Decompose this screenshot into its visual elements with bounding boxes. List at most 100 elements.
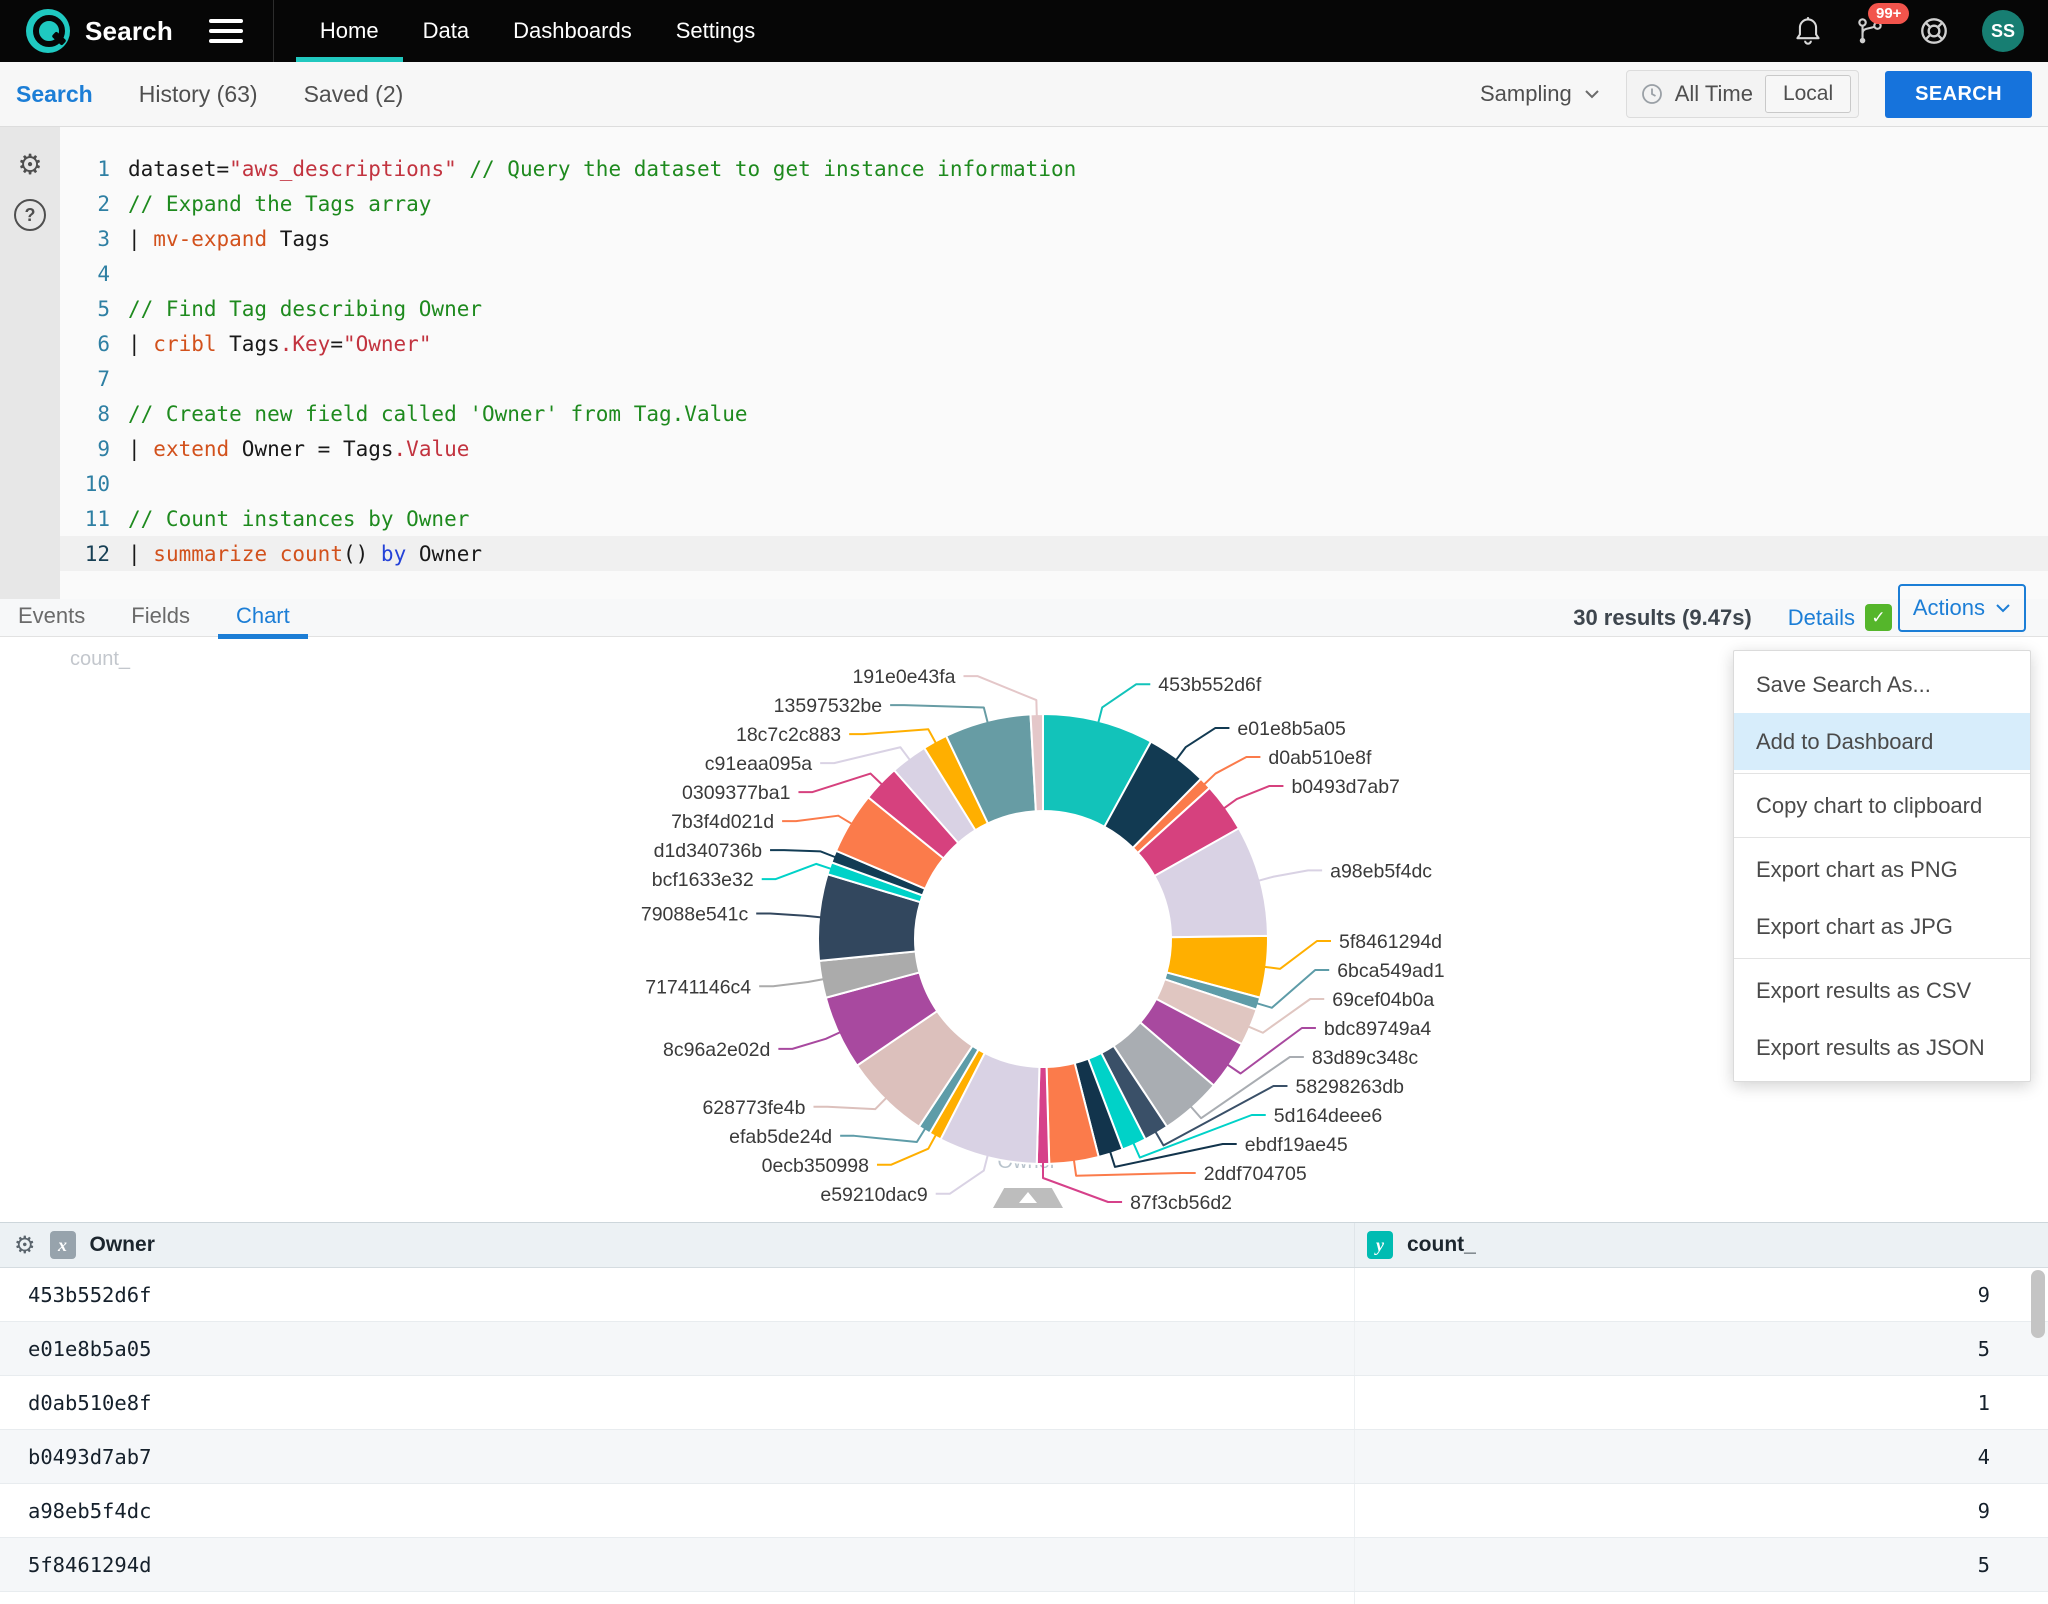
menu-item-export-chart-as-jpg[interactable]: Export chart as JPG xyxy=(1734,898,2030,955)
hamburger-menu-icon[interactable] xyxy=(209,19,243,43)
results-view-tabs: Events Fields Chart xyxy=(18,599,290,637)
query-line-text: // Find Tag describing Owner xyxy=(128,297,482,321)
menu-item-save-search-as-[interactable]: Save Search As... xyxy=(1734,656,2030,713)
query-line-6[interactable]: 6| cribl Tags.Key="Owner" xyxy=(60,326,2048,361)
primary-nav: Home Data Dashboards Settings xyxy=(318,0,757,62)
query-line-text: dataset="aws_descriptions" // Query the … xyxy=(128,157,1076,181)
query-line-8[interactable]: 8// Create new field called 'Owner' from… xyxy=(60,396,2048,431)
activity-branch-icon[interactable]: 99+ xyxy=(1854,15,1886,47)
menu-item-export-results-as-csv[interactable]: Export results as CSV xyxy=(1734,962,2030,1019)
query-line-10[interactable]: 10 xyxy=(60,466,2048,501)
details-check-icon: ✓ xyxy=(1865,604,1892,631)
query-line-4[interactable]: 4 xyxy=(60,256,2048,291)
chart-collapse-handle[interactable] xyxy=(993,1188,1063,1208)
query-line-11[interactable]: 11// Count instances by Owner xyxy=(60,501,2048,536)
menu-divider xyxy=(1734,837,2030,838)
segment-label-e01e8b5a05: e01e8b5a05 xyxy=(1237,718,1346,740)
nav-right-cluster: 99+ SS xyxy=(1794,10,2024,52)
details-link[interactable]: Details ✓ xyxy=(1788,604,1892,631)
nav-item-data[interactable]: Data xyxy=(421,0,471,62)
segment-label-efab5de24d: efab5de24d xyxy=(729,1126,832,1148)
table-row[interactable]: 6bca549ad11 xyxy=(0,1592,2048,1604)
details-label: Details xyxy=(1788,605,1855,631)
label-leader-line xyxy=(759,979,823,986)
help-lifering-icon[interactable] xyxy=(1918,15,1950,47)
user-avatar[interactable]: SS xyxy=(1982,10,2024,52)
segment-label-87f3cb56d2: 87f3cb56d2 xyxy=(1130,1192,1232,1214)
editor-settings-gear-icon[interactable]: ⚙ xyxy=(17,151,42,179)
nav-divider xyxy=(273,0,274,62)
label-leader-line xyxy=(1098,684,1150,723)
time-range-button[interactable]: All Time xyxy=(1675,81,1753,107)
count-column-header[interactable]: y count_ xyxy=(1354,1223,2048,1267)
notifications-bell-icon[interactable] xyxy=(1794,16,1822,46)
sampling-dropdown[interactable]: Sampling xyxy=(1480,81,1600,107)
table-header: ⚙ x Owner y count_ xyxy=(0,1222,2048,1268)
query-line-text: | cribl Tags.Key="Owner" xyxy=(128,332,431,356)
actions-button[interactable]: Actions xyxy=(1898,584,2026,632)
count-cell: 9 xyxy=(1354,1484,2048,1537)
query-line-9[interactable]: 9| extend Owner = Tags.Value xyxy=(60,431,2048,466)
nav-item-home[interactable]: Home xyxy=(318,0,381,62)
search-button[interactable]: SEARCH xyxy=(1885,71,2032,118)
line-number: 3 xyxy=(60,227,128,251)
table-row[interactable]: d0ab510e8f1 xyxy=(0,1376,2048,1430)
results-tab-chart[interactable]: Chart xyxy=(236,599,290,637)
nav-item-dashboards[interactable]: Dashboards xyxy=(511,0,634,62)
menu-item-copy-chart-to-clipboard[interactable]: Copy chart to clipboard xyxy=(1734,777,2030,834)
line-number: 7 xyxy=(60,367,128,391)
label-leader-line xyxy=(1257,970,1330,1008)
menu-item-export-chart-as-png[interactable]: Export chart as PNG xyxy=(1734,841,2030,898)
segment-label-ebdf19ae45: ebdf19ae45 xyxy=(1245,1134,1348,1156)
label-leader-line xyxy=(762,864,832,879)
editor-tool-strip: ⚙ ? xyxy=(0,127,60,599)
table-row[interactable]: 453b552d6f9 xyxy=(0,1268,2048,1322)
query-line-text: | mv-expand Tags xyxy=(128,227,330,251)
segment-label-b0493d7ab7: b0493d7ab7 xyxy=(1291,776,1399,798)
query-line-1[interactable]: 1dataset="aws_descriptions" // Query the… xyxy=(60,151,2048,186)
nav-item-settings[interactable]: Settings xyxy=(674,0,758,62)
notification-count-badge: 99+ xyxy=(1868,3,1909,24)
query-line-7[interactable]: 7 xyxy=(60,361,2048,396)
label-leader-line xyxy=(770,850,835,857)
label-leader-line xyxy=(840,1128,925,1142)
query-line-3[interactable]: 3| mv-expand Tags xyxy=(60,221,2048,256)
cribl-logo-icon[interactable] xyxy=(26,9,70,53)
results-tab-events[interactable]: Events xyxy=(18,599,85,637)
menu-item-add-to-dashboard[interactable]: Add to Dashboard xyxy=(1734,713,2030,770)
menu-item-export-results-as-json[interactable]: Export results as JSON xyxy=(1734,1019,2030,1076)
segment-label-58298263db: 58298263db xyxy=(1295,1076,1404,1098)
table-row[interactable]: a98eb5f4dc9 xyxy=(0,1484,2048,1538)
query-line-text: | extend Owner = Tags.Value xyxy=(128,437,469,461)
toolbar-tab-history-63-[interactable]: History (63) xyxy=(139,81,258,108)
table-scrollbar[interactable] xyxy=(2031,1270,2045,1338)
toolbar-tab-search[interactable]: Search xyxy=(16,81,93,108)
actions-label: Actions xyxy=(1913,595,1985,621)
query-code-area[interactable]: 1dataset="aws_descriptions" // Query the… xyxy=(60,127,2048,599)
table-row[interactable]: 5f8461294d5 xyxy=(0,1538,2048,1592)
query-line-text: | summarize count() by Owner xyxy=(128,542,482,566)
count-cell: 5 xyxy=(1354,1322,2048,1375)
label-leader-line xyxy=(820,747,910,763)
line-number: 8 xyxy=(60,402,128,426)
timezone-button[interactable]: Local xyxy=(1765,75,1851,113)
results-count: 30 results (9.47s) xyxy=(1573,605,1752,631)
query-line-2[interactable]: 2// Expand the Tags array xyxy=(60,186,2048,221)
segment-label-453b552d6f: 453b552d6f xyxy=(1158,674,1262,696)
query-line-12[interactable]: 12| summarize count() by Owner xyxy=(60,536,2048,571)
segment-label-69cef04b0a: 69cef04b0a xyxy=(1332,989,1434,1011)
table-body: 453b552d6f9e01e8b5a055d0ab510e8f1b0493d7… xyxy=(0,1268,2048,1604)
table-settings-gear-icon[interactable]: ⚙ xyxy=(14,1233,36,1257)
owner-column-header[interactable]: ⚙ x Owner xyxy=(0,1223,1354,1267)
line-number: 1 xyxy=(60,157,128,181)
segment-label-0309377ba1: 0309377ba1 xyxy=(682,782,790,804)
table-row[interactable]: b0493d7ab74 xyxy=(0,1430,2048,1484)
results-bar: Events Fields Chart 30 results (9.47s) Det… xyxy=(0,599,2048,637)
editor-help-icon[interactable]: ? xyxy=(14,199,46,231)
toolbar-tab-saved-2-[interactable]: Saved (2) xyxy=(304,81,404,108)
results-tab-fields[interactable]: Fields xyxy=(131,599,190,637)
segment-label-2ddf704705: 2ddf704705 xyxy=(1204,1163,1307,1185)
segment-label-79088e541c: 79088e541c xyxy=(641,903,749,925)
table-row[interactable]: e01e8b5a055 xyxy=(0,1322,2048,1376)
query-line-5[interactable]: 5// Find Tag describing Owner xyxy=(60,291,2048,326)
